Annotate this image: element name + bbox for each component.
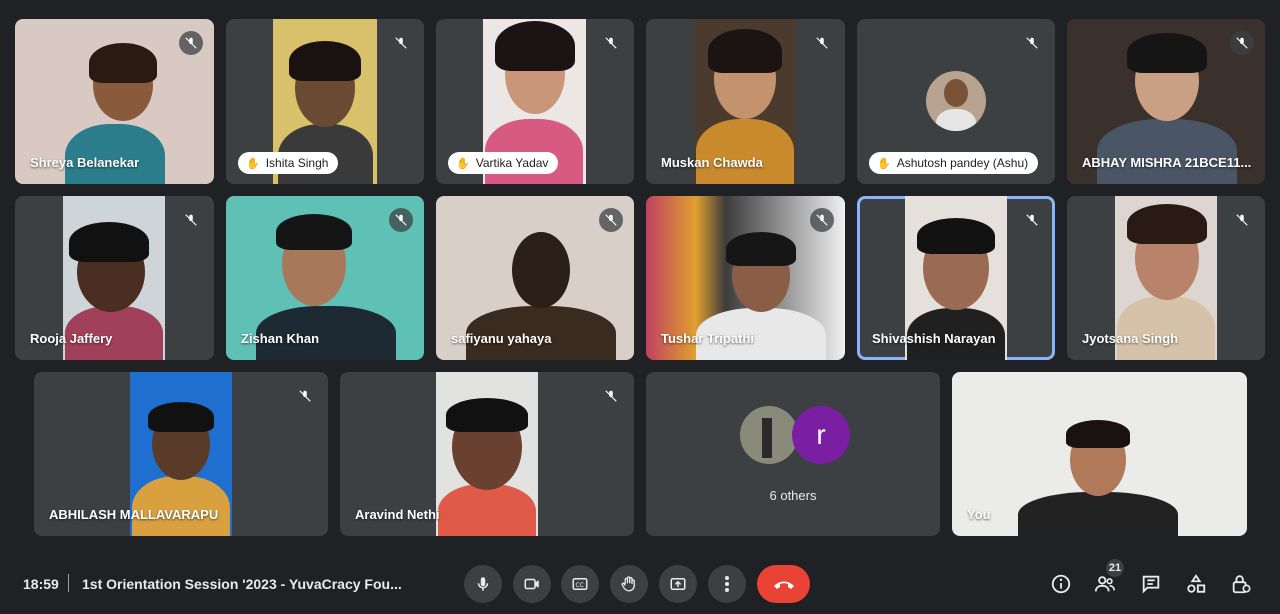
participant-name-chip: ✋ Ashutosh pandey (Ashu) — [869, 152, 1039, 174]
muted-mic-icon — [1230, 31, 1254, 55]
end-call-icon — [773, 581, 794, 589]
end-call-button[interactable] — [757, 565, 810, 603]
muted-mic-icon — [1230, 208, 1254, 232]
raise-hand-icon — [621, 576, 635, 592]
divider — [68, 574, 69, 592]
captions-button[interactable]: CC — [561, 565, 599, 603]
muted-mic-icon — [293, 384, 317, 408]
participant-name: Ashutosh pandey (Ashu) — [896, 156, 1029, 170]
muted-mic-icon — [179, 31, 203, 55]
activities-icon — [1187, 574, 1206, 593]
muted-mic-icon — [810, 208, 834, 232]
participant-name: Tushar Tripathi — [661, 331, 754, 346]
participant-tile[interactable]: safiyanu yahaya — [436, 196, 634, 360]
others-count-label: 6 others — [769, 488, 817, 503]
raised-hand-icon: ✋ — [246, 157, 260, 170]
participant-tile[interactable]: ABHAY MISHRA 21BCE11... — [1067, 19, 1265, 184]
participant-tile[interactable]: Muskan Chawda — [646, 19, 845, 184]
participant-tile[interactable]: Rooja Jaffery — [15, 196, 214, 360]
avatar — [926, 71, 986, 131]
participant-name: ABHAY MISHRA 21BCE11... — [1082, 155, 1252, 170]
microphone-button[interactable] — [464, 565, 502, 603]
participant-tile[interactable]: Tushar Tripathi — [646, 196, 845, 360]
others-avatar-letter: r — [792, 406, 850, 464]
participant-tile[interactable]: Aravind Nethi — [340, 372, 634, 536]
participant-name-chip: ✋ Vartika Yadav — [448, 152, 559, 174]
participant-video — [436, 372, 538, 536]
svg-text:CC: CC — [576, 582, 584, 589]
host-controls-icon — [1232, 575, 1251, 594]
self-video — [952, 372, 1247, 536]
muted-mic-icon — [179, 208, 203, 232]
muted-mic-icon — [1020, 208, 1044, 232]
participant-tile[interactable]: Zishan Khan — [226, 196, 424, 360]
participant-name: Vartika Yadav — [475, 156, 549, 170]
muted-mic-icon — [599, 208, 623, 232]
muted-mic-icon — [599, 31, 623, 55]
muted-mic-icon — [389, 31, 413, 55]
meeting-info-button[interactable] — [1048, 571, 1074, 597]
meeting-title: 1st Orientation Session '2023 - YuvaCrac… — [82, 576, 402, 592]
microphone-icon — [477, 577, 489, 591]
self-tile[interactable]: You — [952, 372, 1247, 536]
participant-tile[interactable]: Shreya Belanekar — [15, 19, 214, 184]
participant-tile[interactable]: ✋ Ashutosh pandey (Ashu) — [857, 19, 1055, 184]
avatar-letter: r — [816, 419, 826, 450]
muted-mic-icon — [810, 31, 834, 55]
info-icon — [1051, 574, 1071, 594]
muted-mic-icon — [1020, 31, 1044, 55]
participant-name: Shivashish Narayan — [872, 331, 996, 346]
muted-mic-icon — [389, 208, 413, 232]
others-avatar-photo — [740, 406, 798, 464]
participant-name: Aravind Nethi — [355, 507, 440, 522]
participant-tile[interactable]: ✋ Ishita Singh — [226, 19, 424, 184]
participant-name: Zishan Khan — [241, 331, 320, 346]
participant-tile[interactable]: ABHILASH MALLAVARAPU — [34, 372, 328, 536]
camera-button[interactable] — [513, 565, 551, 603]
raised-hand-icon: ✋ — [877, 157, 891, 170]
participant-name: ABHILASH MALLAVARAPU — [49, 507, 219, 522]
participant-tile[interactable]: Jyotsana Singh — [1067, 196, 1265, 360]
raised-hand-icon: ✋ — [456, 157, 470, 170]
participant-name: Ishita Singh — [265, 156, 329, 170]
others-tile[interactable]: r 6 others — [646, 372, 940, 536]
participant-name: Shreya Belanekar — [30, 155, 140, 170]
participant-name: Muskan Chawda — [661, 155, 763, 170]
participant-tile-speaking[interactable]: Shivashish Narayan — [857, 196, 1055, 360]
present-button[interactable] — [659, 565, 697, 603]
camera-icon — [524, 578, 539, 590]
raise-hand-button[interactable] — [610, 565, 648, 603]
more-options-button[interactable] — [708, 565, 746, 603]
captions-icon: CC — [572, 578, 588, 590]
participant-name: safiyanu yahaya — [451, 331, 552, 346]
self-name: You — [967, 507, 991, 522]
participant-tile[interactable]: ✋ Vartika Yadav — [436, 19, 634, 184]
chat-button[interactable] — [1138, 571, 1164, 597]
participant-name: Jyotsana Singh — [1082, 331, 1179, 346]
host-controls-button[interactable] — [1228, 571, 1254, 597]
chat-icon — [1142, 575, 1160, 594]
participant-name: Rooja Jaffery — [30, 331, 113, 346]
present-icon — [670, 578, 686, 590]
participant-name-chip: ✋ Ishita Singh — [238, 152, 339, 174]
activities-button[interactable] — [1183, 571, 1209, 597]
meeting-clock: 18:59 — [23, 576, 59, 592]
people-count-badge: 21 — [1106, 559, 1124, 577]
muted-mic-icon — [599, 384, 623, 408]
more-options-icon — [725, 576, 729, 592]
meeting-controls-bar: 18:59 1st Orientation Session '2023 - Yu… — [0, 554, 1280, 614]
people-button[interactable]: 21 — [1092, 559, 1124, 597]
